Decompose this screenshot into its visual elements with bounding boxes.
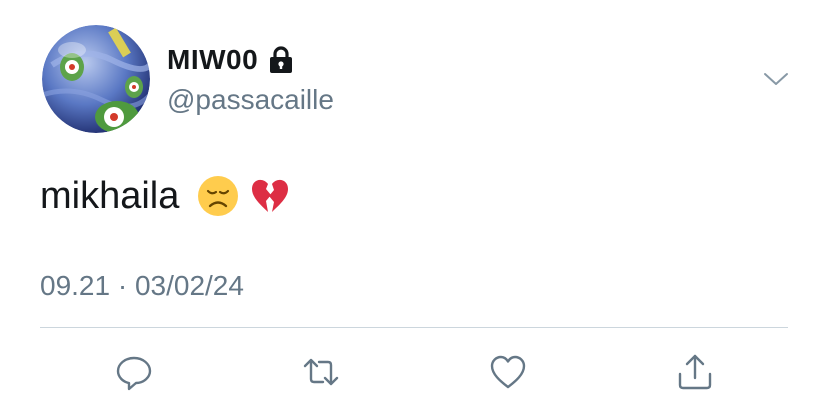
broken-heart-emoji [249,175,291,217]
tweet-card: MIW00 @passacaille mikhaila 09.21 · 03/0… [0,0,828,417]
divider [40,327,788,328]
display-name-row[interactable]: MIW00 [167,44,294,76]
tweet-text-row: mikhaila [40,174,291,218]
tweet-text: mikhaila [40,175,180,217]
chevron-down-icon[interactable] [762,66,790,90]
avatar-image [42,25,150,133]
reply-icon [116,356,152,391]
retweet-icon [303,358,339,386]
share-icon [678,354,712,390]
lock-icon [268,45,294,75]
like-icon [490,355,526,389]
like-button[interactable] [488,352,528,392]
share-button[interactable] [675,352,715,392]
avatar[interactable] [42,25,150,133]
reply-button[interactable] [114,352,154,392]
retweet-button[interactable] [301,352,341,392]
disappointed-face-emoji [197,175,239,217]
timestamp[interactable]: 09.21 · 03/02/24 [40,270,244,302]
display-name[interactable]: MIW00 [167,44,258,76]
user-handle[interactable]: @passacaille [167,84,334,116]
